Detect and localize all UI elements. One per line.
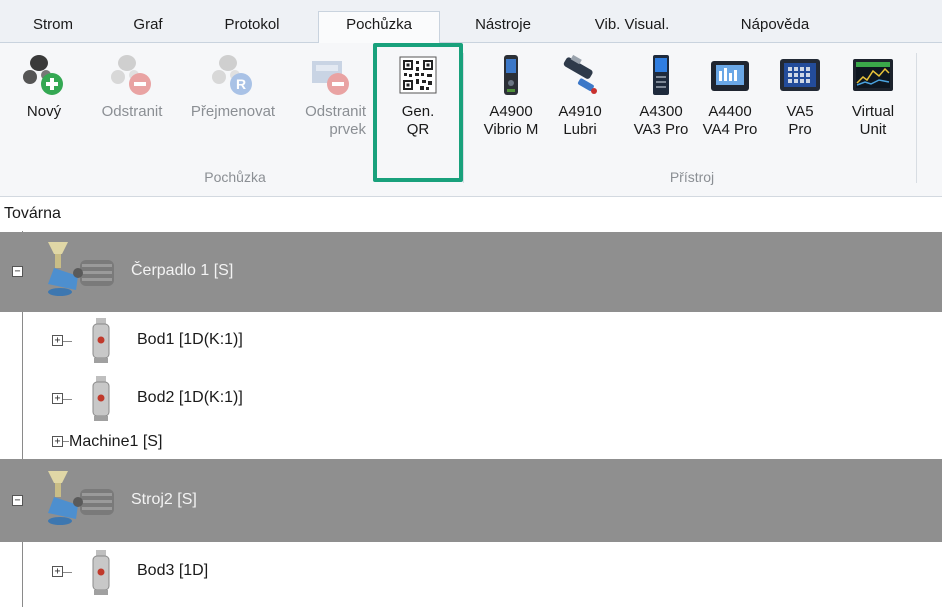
pump-machine-icon bbox=[38, 469, 122, 533]
device-va5-button[interactable]: VA5 Pro bbox=[772, 53, 828, 139]
ribbon-panel: Nový Odstranit R Přejmenovat Odstranit p… bbox=[0, 43, 942, 197]
remove-element-label-1: Odstranit bbox=[305, 103, 366, 120]
route-add-icon bbox=[22, 53, 66, 97]
pump-machine-icon bbox=[38, 240, 122, 304]
device-a4300-button[interactable]: A4300 VA3 Pro bbox=[626, 53, 696, 139]
new-route-button[interactable]: Nový bbox=[14, 53, 74, 121]
new-route-label-1: Nový bbox=[26, 103, 62, 120]
virtual-unit-label-1: Virtual bbox=[851, 103, 895, 120]
virtual-unit-label-2: Unit bbox=[859, 121, 887, 138]
tab-protokol[interactable]: Protokol bbox=[206, 12, 298, 43]
va5-device-icon bbox=[778, 53, 822, 97]
tree-node-cerpadlo[interactable]: − Čerpadlo 1 [S] bbox=[0, 232, 942, 312]
vibrio-device-icon bbox=[489, 53, 533, 97]
expand-toggle[interactable]: + bbox=[52, 393, 63, 404]
tab-strom[interactable]: Strom bbox=[18, 12, 88, 43]
tab-nastroje[interactable]: Nástroje bbox=[458, 12, 548, 43]
device-a4400-label-1: A4400 bbox=[708, 103, 752, 120]
tab-graf[interactable]: Graf bbox=[118, 12, 178, 43]
sensor-point-icon bbox=[91, 550, 111, 596]
remove-route-button[interactable]: Odstranit bbox=[90, 53, 174, 121]
virtual-unit-button[interactable]: Virtual Unit bbox=[838, 53, 908, 139]
route-rename-icon: R bbox=[211, 53, 255, 97]
device-a4910-label-1: A4910 bbox=[558, 103, 602, 120]
ribbon-separator-end bbox=[916, 53, 917, 183]
tab-pochuzka[interactable]: Pochůzka bbox=[318, 11, 440, 44]
tab-vib-visual[interactable]: Vib. Visual. bbox=[574, 12, 690, 43]
group-label-pristroj: Přístroj bbox=[669, 169, 715, 185]
tree-node-label: Bod3 [1D] bbox=[137, 562, 209, 579]
remove-element-label-2: prvek bbox=[329, 121, 366, 138]
device-a4300-label-1: A4300 bbox=[639, 103, 683, 120]
device-a4400-button[interactable]: A4400 VA4 Pro bbox=[698, 53, 762, 139]
expand-toggle[interactable]: + bbox=[52, 566, 63, 577]
tree-root-label[interactable]: Továrna bbox=[4, 205, 61, 223]
sensor-point-icon bbox=[91, 376, 111, 422]
tree-node-stroj2[interactable]: − Stroj2 [S] bbox=[0, 459, 942, 542]
tree-node-bod1[interactable]: + Bod1 [1D(K:1)] bbox=[0, 312, 942, 370]
device-a4900-button[interactable]: A4900 Vibrio M bbox=[472, 53, 550, 139]
tab-napoveda[interactable]: Nápověda bbox=[720, 12, 830, 43]
device-va5-label-1: VA5 bbox=[786, 103, 814, 120]
expand-toggle[interactable]: + bbox=[52, 436, 63, 447]
device-a4910-button[interactable]: A4910 Lubri bbox=[552, 53, 608, 139]
sensor-point-icon bbox=[91, 318, 111, 364]
va3-device-icon bbox=[639, 53, 683, 97]
tree-node-bod3[interactable]: + Bod3 [1D] bbox=[0, 542, 942, 602]
rename-route-button[interactable]: R Přejmenovat bbox=[178, 53, 288, 121]
svg-text:R: R bbox=[236, 76, 246, 92]
tree-node-label: Stroj2 [S] bbox=[131, 491, 197, 508]
collapse-toggle[interactable]: − bbox=[12, 266, 23, 277]
group-label-pochuzka: Pochůzka bbox=[204, 169, 266, 185]
tree-node-bod2[interactable]: + Bod2 [1D(K:1)] bbox=[0, 370, 942, 428]
lubri-device-icon bbox=[558, 53, 602, 97]
device-a4900-label-2: Vibrio M bbox=[483, 121, 539, 138]
device-a4300-label-2: VA3 Pro bbox=[633, 121, 689, 138]
device-a4400-label-2: VA4 Pro bbox=[702, 121, 758, 138]
ribbon-separator bbox=[463, 53, 464, 183]
va4-device-icon bbox=[708, 53, 752, 97]
tree-node-label: Bod2 [1D(K:1)] bbox=[137, 389, 243, 406]
expand-toggle[interactable]: + bbox=[52, 335, 63, 346]
tree-node-label: Machine1 [S] bbox=[69, 433, 163, 450]
collapse-toggle[interactable]: − bbox=[12, 495, 23, 506]
element-remove-icon bbox=[308, 53, 352, 97]
device-va5-label-2: Pro bbox=[788, 121, 812, 138]
virtual-unit-icon bbox=[851, 53, 895, 97]
rename-route-label: Přejmenovat bbox=[190, 103, 276, 120]
route-remove-icon bbox=[110, 53, 154, 97]
remove-route-label: Odstranit bbox=[101, 103, 163, 120]
tree-node-label: Bod1 [1D(K:1)] bbox=[137, 331, 243, 348]
device-a4910-label-2: Lubri bbox=[563, 121, 597, 138]
device-a4900-label-1: A4900 bbox=[489, 103, 533, 120]
tree-node-machine1[interactable]: + Machine1 [S] bbox=[0, 428, 942, 458]
remove-element-button[interactable]: Odstranit prvek bbox=[290, 53, 370, 139]
qr-highlight-frame bbox=[373, 43, 463, 182]
tree-node-label: Čerpadlo 1 [S] bbox=[131, 262, 234, 279]
ribbon-tab-bar: Strom Graf Protokol Pochůzka Nástroje Vi… bbox=[0, 0, 942, 44]
